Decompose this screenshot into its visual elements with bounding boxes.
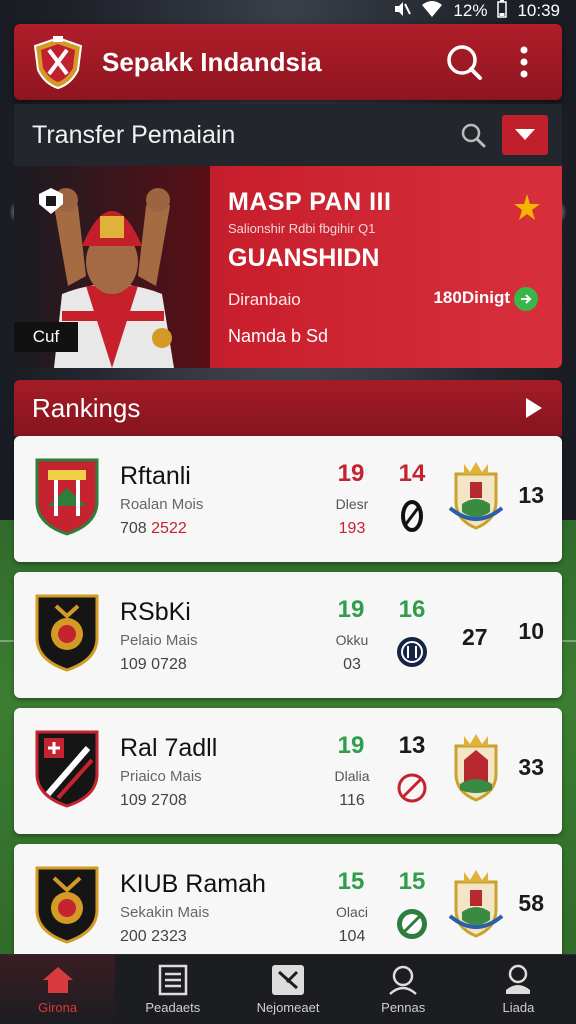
- more-vertical-icon: [520, 46, 528, 78]
- club-subtitle: Priaico Mais: [120, 768, 202, 785]
- stat-tertiary: 13: [398, 732, 426, 759]
- clock: 10:39: [517, 1, 560, 20]
- nav-label: Nejomeaet: [256, 1000, 320, 1015]
- profile-icon: [501, 964, 535, 996]
- transfer-card[interactable]: Cuf MASP PAN III Salionshir Rdbi fbgihir…: [14, 166, 562, 368]
- club-crest-icon: [35, 730, 99, 808]
- transfer-search-button[interactable]: [458, 120, 488, 150]
- search-button[interactable]: [442, 40, 486, 84]
- club-subtitle: Sekakin Mais: [120, 904, 210, 921]
- stat-primary: 19: [337, 732, 365, 759]
- club-name: KIUB Ramah: [120, 870, 266, 898]
- stat-label: Dlalia: [334, 768, 370, 784]
- fee-label: Diranbaio: [228, 290, 301, 309]
- star-icon[interactable]: [512, 192, 542, 222]
- nav-label: Pennas: [381, 1000, 426, 1015]
- club-name: Ral 7adll: [120, 734, 218, 762]
- stat-rank: 58: [518, 890, 544, 916]
- status-bar: 12% 10:39: [0, 0, 576, 22]
- opponent-crest-icon: [454, 734, 498, 802]
- player-subtitle: Salionshir Rdbi fbgihir Q1: [228, 221, 376, 236]
- club-subtitle: Pelaio Mais: [120, 632, 198, 649]
- stat-secondary: 03: [343, 656, 361, 673]
- shield-badge-icon: [34, 184, 68, 218]
- stat-tertiary: 16: [398, 596, 426, 623]
- club-crest-icon: [35, 458, 99, 536]
- stat-secondary: 116: [339, 792, 365, 809]
- stat-label: Okku: [335, 632, 369, 648]
- stat-label: Olaci: [336, 904, 368, 920]
- stat-secondary: 193: [338, 520, 366, 537]
- battery-text: 12%: [453, 1, 488, 20]
- transfer-club: GUANSHIDN: [228, 244, 380, 272]
- chevron-right-icon[interactable]: [524, 396, 544, 420]
- rankings-header[interactable]: Rankings: [14, 380, 562, 436]
- club-crest-icon: [35, 866, 99, 944]
- stat-rank: 10: [518, 618, 544, 644]
- home-icon: [41, 964, 75, 996]
- stat-primary: 15: [337, 868, 365, 895]
- nav-profile[interactable]: Liada: [461, 955, 576, 1024]
- player-tag: Cuf: [14, 322, 78, 352]
- search-icon: [447, 45, 482, 80]
- news-icon: [156, 964, 190, 996]
- opponent-crest-icon: [448, 870, 504, 938]
- wifi-icon: [421, 1, 443, 21]
- no-entry-icon: [397, 773, 427, 803]
- stat-points: 27: [462, 624, 488, 650]
- nav-home[interactable]: Girona: [0, 955, 116, 1024]
- transfer-title: Transfer Pemaiain: [32, 120, 236, 149]
- player-name: MASP PAN III: [228, 188, 392, 216]
- bottom-navigation: Girona Peadaets Nejomeaet Pennas Liada: [0, 954, 576, 1024]
- zero-mark-icon: [401, 500, 423, 532]
- mute-icon: [393, 1, 412, 21]
- stat-primary: 19: [337, 596, 365, 623]
- app-logo: [30, 34, 86, 90]
- transfer-section-header: Transfer Pemaiain: [14, 104, 562, 166]
- app-title: Sepakk Indandsia: [102, 46, 322, 77]
- club-date: 200 2323: [120, 928, 187, 945]
- match-icon: [271, 964, 305, 996]
- chevron-down-icon: [515, 129, 535, 140]
- arrow-right-icon[interactable]: [514, 287, 538, 311]
- stat-secondary: 104: [338, 928, 366, 945]
- club-date: 708 2522: [120, 520, 187, 537]
- battery-icon: [497, 0, 508, 22]
- club-date: 109 0728: [120, 656, 187, 673]
- nav-label: Girona: [38, 1000, 78, 1015]
- club-name: RSbKi: [120, 598, 191, 626]
- stat-label: Dlesr: [335, 496, 369, 512]
- app-bar: Sepakk Indandsia: [14, 24, 562, 100]
- nav-team[interactable]: Pennas: [346, 955, 461, 1024]
- search-icon: [461, 123, 486, 148]
- nav-label: Liada: [502, 1000, 535, 1015]
- stat-tertiary: 15: [398, 868, 426, 895]
- ranking-row[interactable]: KIUB Ramah Sekakin Mais 200 2323 15 Olac…: [14, 844, 562, 970]
- club-subtitle: Roalan Mois: [120, 496, 204, 513]
- stat-primary: 19: [337, 460, 365, 487]
- club-badge-icon: [397, 909, 427, 939]
- ranking-row[interactable]: Ral 7adll Priaico Mais 109 2708 19 Dlali…: [14, 708, 562, 834]
- more-options-button[interactable]: [502, 40, 546, 84]
- nav-match[interactable]: Nejomeaet: [230, 955, 345, 1024]
- stat-tertiary: 14: [398, 460, 426, 487]
- club-crest-icon: [35, 594, 99, 672]
- team-icon: [386, 964, 420, 996]
- nav-label: Peadaets: [145, 1000, 201, 1015]
- opponent-crest-icon: [448, 462, 504, 530]
- ranking-row[interactable]: Rftanli Roalan Mois 708 2522 19 Dlesr 19…: [14, 436, 562, 562]
- ranking-row[interactable]: RSbKi Pelaio Mais 109 0728 19 Okku 03 16…: [14, 572, 562, 698]
- fee-value: 180Dinigt: [433, 288, 510, 307]
- transfer-dropdown-button[interactable]: [502, 115, 548, 155]
- stat-rank: 13: [518, 482, 544, 508]
- club-name: Rftanli: [120, 462, 191, 490]
- transfer-status: Namda b Sd: [228, 326, 329, 346]
- club-date: 109 2708: [120, 792, 187, 809]
- rankings-title: Rankings: [32, 392, 141, 423]
- stat-rank: 33: [518, 754, 544, 780]
- club-badge-icon: [397, 637, 427, 667]
- nav-news[interactable]: Peadaets: [115, 955, 230, 1024]
- rankings-list: Rftanli Roalan Mois 708 2522 19 Dlesr 19…: [14, 436, 562, 980]
